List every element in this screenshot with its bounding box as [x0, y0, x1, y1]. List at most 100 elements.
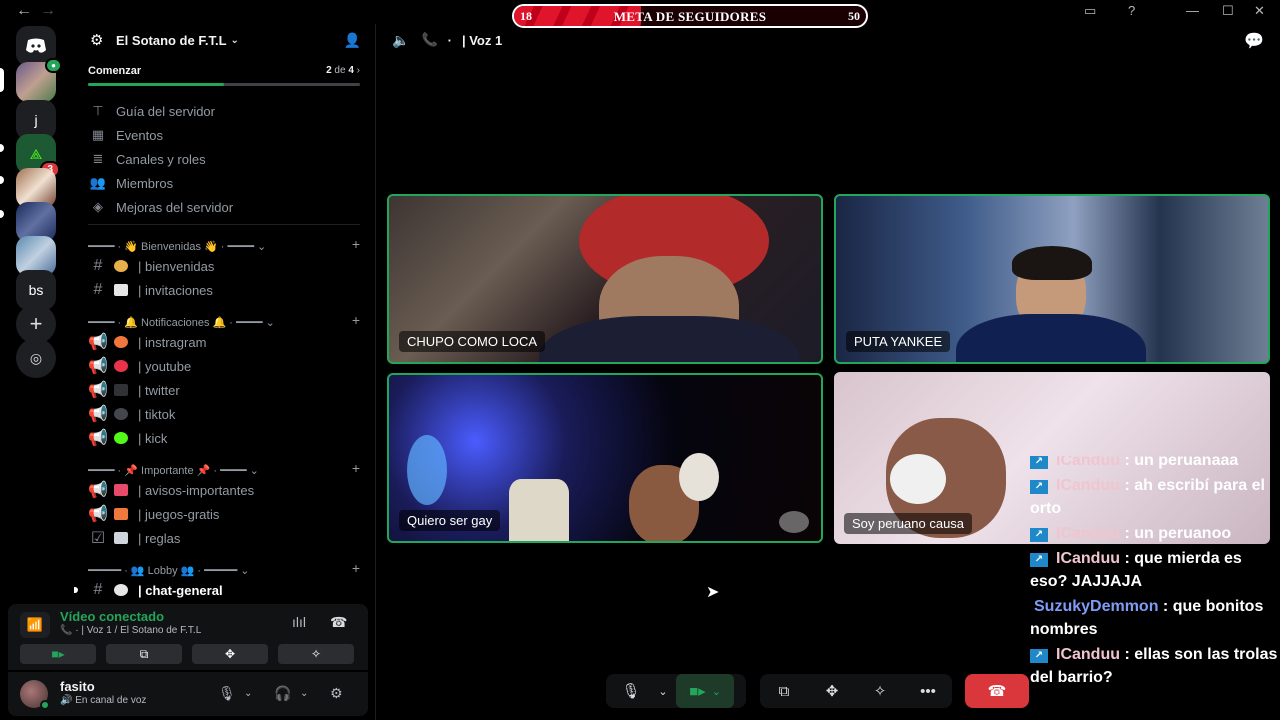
chat-message: ↗ ICanduu : un peruanaaa [1028, 456, 1280, 473]
category-importante[interactable]: ━━━━ · 📌 Importante 📌 · ━━━━ ⌄ + [88, 460, 360, 478]
hang-up-icon: ☎ [987, 683, 1007, 700]
signal-strength-icon[interactable]: 📶 [20, 612, 50, 638]
getting-started-count: 2 de 4 › [326, 65, 360, 76]
add-channel-icon[interactable]: + [352, 560, 360, 576]
channel-juegos-gratis[interactable]: 📢 | juegos-gratis [88, 503, 360, 525]
stream-chat-overlay: ↗ ICanduu : un peruanaaa ↗ ICanduu : ah es… [1028, 456, 1280, 720]
activities-button[interactable]: ✥ [192, 644, 268, 664]
add-channel-icon[interactable]: + [352, 460, 360, 476]
chevron-down-icon[interactable]: ⌄ [300, 688, 308, 699]
members-icon: 👥 [89, 175, 107, 190]
server-header[interactable]: ⚙ El Sotano de F.T.L ⌄ [72, 24, 376, 56]
video-tile-2[interactable]: PUTA YANKEE [834, 194, 1270, 364]
soundboard-button[interactable]: ✧ [856, 674, 904, 708]
tree-icon: ⟁ [29, 145, 43, 162]
maximize-icon[interactable]: ☐ [1222, 3, 1234, 19]
screen-share-button[interactable]: ⧉ [106, 644, 182, 664]
gift-emoji-icon [114, 508, 128, 520]
voice-status-title[interactable]: Vídeo conectado [60, 609, 164, 624]
share-screen-button[interactable]: ⧉ [760, 674, 808, 708]
add-channel-icon[interactable]: + [352, 312, 360, 328]
sidebar-divider [88, 224, 360, 225]
channel-tiktok[interactable]: 📢 | tiktok [88, 403, 360, 425]
chat-message: ↗ ICanduu : que mierda es eso? JAJJAJA [1030, 550, 1242, 590]
avatar[interactable] [20, 680, 50, 710]
loudspeaker-emoji-icon [114, 484, 128, 496]
server-guide-link[interactable]: ⊤ Guía del servidor [88, 100, 358, 122]
calendar-icon: ▦ [91, 127, 105, 142]
rules-icon: ☑ [90, 530, 106, 547]
phone-icon: 📞 [60, 625, 73, 636]
activity-controls: ⧉ ✥ ✧ ••• [760, 674, 952, 708]
open-chat-icon[interactable]: 💬 [1244, 31, 1264, 51]
invite-people-icon[interactable]: 👤 [344, 32, 361, 49]
add-channel-icon[interactable]: + [352, 236, 360, 252]
progress-track [88, 83, 360, 86]
microphone-icon[interactable]: 🎙 [218, 685, 236, 702]
screen-share-icon: ⧉ [778, 682, 790, 700]
channel-chat-general[interactable]: # | chat-general [74, 579, 360, 601]
back-arrow-icon[interactable]: ← [16, 2, 32, 20]
video-tile-1[interactable]: CHUPO COMO LOCA [387, 194, 823, 364]
rgb-fan-shape [407, 435, 447, 505]
channels-roles-link[interactable]: ≣ Canales y roles [88, 148, 358, 170]
channel-avisos-importantes[interactable]: 📢 | avisos-importantes [88, 479, 360, 501]
minimize-icon[interactable]: — [1186, 3, 1199, 18]
camera-options-chevron-icon: ⌄ [711, 685, 721, 698]
unread-indicator [0, 144, 4, 152]
category-lobby[interactable]: ━━━━━ · 👥 Lobby 👥 · ━━━━━ ⌄ + [88, 560, 360, 578]
inbox-icon[interactable]: ▭ [1084, 3, 1096, 19]
server-boosts-link[interactable]: ◈ Mejoras del servidor [88, 196, 358, 218]
server-name: El Sotano de F.T.L [116, 32, 227, 48]
explore-servers-icon[interactable]: ◎ [16, 338, 56, 378]
voice-icon: 🔊 [60, 695, 73, 706]
user-settings-gear-icon[interactable]: ⚙ [330, 685, 343, 702]
participant-name-label: CHUPO COMO LOCA [399, 331, 546, 352]
forward-arrow-icon[interactable]: → [40, 2, 56, 20]
hash-icon: # [93, 581, 103, 598]
media-controls: 🎙 ⌄ ■▸ ⌄ [606, 674, 746, 708]
chat-message: ↗ ICanduu : ellas son las trolas del barr… [1030, 646, 1278, 686]
headphones-shape [890, 454, 946, 504]
camera-toggle-button[interactable]: ■▸ [20, 644, 96, 664]
participant-shirt-shape [956, 314, 1146, 362]
mute-microphone-button[interactable]: 🎙 [606, 674, 656, 708]
video-tile-3[interactable]: Quiero ser gay [387, 373, 823, 543]
chevron-down-icon[interactable]: ⌄ [244, 688, 252, 699]
more-options-button[interactable]: ••• [904, 674, 952, 708]
noise-suppression-icon[interactable]: ılıl [292, 614, 306, 630]
megaphone-icon: 📢 [88, 406, 108, 423]
channel-reglas[interactable]: ☑ | reglas [88, 527, 360, 549]
mic-options-chevron-icon[interactable]: ⌄ [656, 674, 670, 708]
server-1-icon[interactable]: ● [16, 58, 62, 102]
members-link[interactable]: 👥 Miembros [88, 172, 358, 194]
getting-started-progress[interactable]: Comenzar 2 de 4 › [82, 60, 364, 90]
channel-twitter[interactable]: 📢 | twitter [88, 379, 360, 401]
megaphone-icon: 📢 [88, 506, 108, 523]
channel-kick[interactable]: 📢 | kick [88, 427, 360, 449]
channel-invitaciones[interactable]: # | invitaciones [88, 279, 360, 301]
hash-icon: # [93, 257, 103, 274]
disconnect-icon[interactable]: ☎ [330, 614, 347, 631]
header-dot: · [447, 32, 452, 48]
help-icon[interactable]: ? [1128, 3, 1135, 18]
close-icon[interactable]: ✕ [1254, 3, 1265, 19]
soundboard-icon: ✧ [873, 683, 887, 700]
video-camera-icon: ■▸ [51, 647, 65, 661]
category-notificaciones[interactable]: ━━━━ · 🔔 Notificaciones 🔔 · ━━━━ ⌄ + [88, 312, 360, 330]
channel-instragram[interactable]: 📢 | instragram [88, 331, 360, 353]
chat-message: ↗ ICanduu : un peruanoo [1028, 521, 1280, 546]
activities-button[interactable]: ✥ [808, 674, 856, 708]
youtube-emoji-icon [114, 360, 128, 372]
channel-youtube[interactable]: 📢 | youtube [88, 355, 360, 377]
getting-started-label: Comenzar [88, 65, 142, 77]
soundboard-button[interactable]: ✧ [278, 644, 354, 664]
channel-bienvenidas[interactable]: # | bienvenidas [88, 255, 360, 277]
headphones-icon[interactable]: 🎧 [274, 685, 291, 702]
megaphone-icon: 📢 [88, 482, 108, 499]
kick-badge-icon: ↗ [1030, 480, 1048, 494]
category-bienvenidas[interactable]: ━━━━ · 👋 Bienvenidas 👋 · ━━━━ ⌄ + [88, 236, 360, 254]
leave-call-button[interactable]: ☎ [965, 674, 1029, 708]
events-link[interactable]: ▦ Eventos [88, 124, 358, 146]
camera-button[interactable]: ■▸ ⌄ [676, 674, 734, 708]
